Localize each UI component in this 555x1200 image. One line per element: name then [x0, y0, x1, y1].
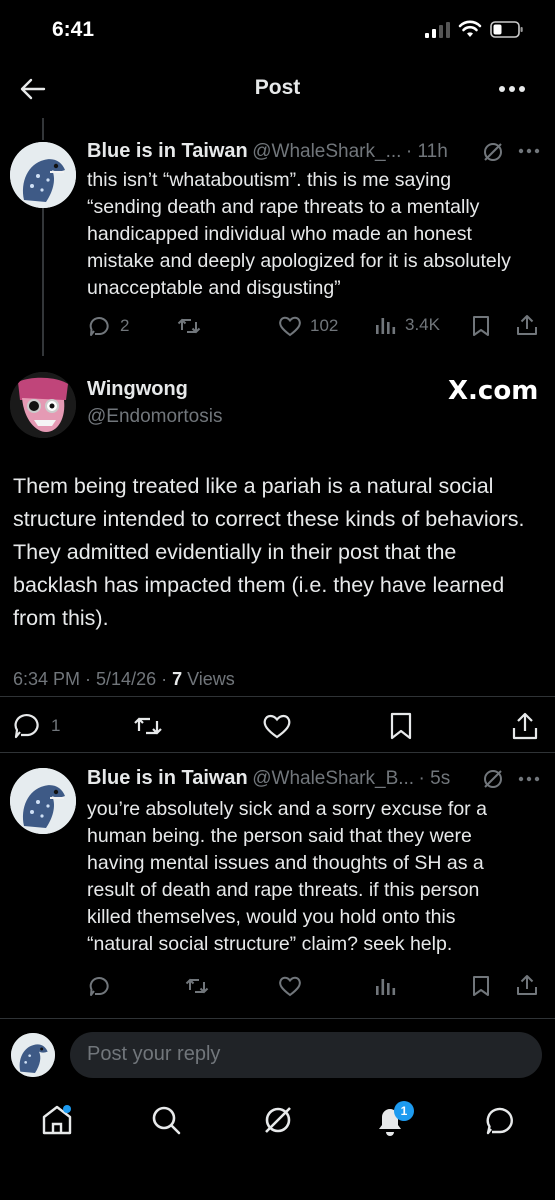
notification-badge: 1: [394, 1101, 414, 1121]
like-count: 102: [310, 316, 339, 335]
tweet-time: · 11h: [405, 141, 448, 162]
thread-line-top: [42, 118, 44, 140]
avatar: [11, 1033, 55, 1077]
author-handle[interactable]: @WhaleShark_...: [252, 141, 401, 162]
reply-icon: [13, 713, 43, 739]
divider: [0, 1018, 555, 1019]
author-handle[interactable]: @Endomortosis: [87, 406, 222, 428]
share-icon[interactable]: [516, 973, 538, 997]
reply-button[interactable]: 2: [88, 315, 129, 337]
tweet-timestamp: 6:34 PM · 5/14/26 · 7 Views: [13, 669, 235, 690]
xcom-logo: X.com: [448, 376, 539, 406]
reply-button[interactable]: [88, 975, 112, 997]
avatar[interactable]: [10, 372, 76, 438]
tweet-text: Them being treated like a pariah is a na…: [13, 474, 525, 630]
home-icon[interactable]: [40, 1103, 74, 1137]
search-icon[interactable]: [150, 1104, 182, 1136]
views-icon: [375, 315, 397, 335]
grok-icon[interactable]: [482, 768, 504, 790]
repost-button[interactable]: [177, 316, 201, 336]
heart-icon: [262, 713, 292, 739]
views-label: Views: [182, 669, 235, 689]
repost-icon: [185, 976, 209, 996]
avatar[interactable]: [10, 768, 76, 834]
views-button[interactable]: [375, 976, 397, 996]
views-count: 3.4K: [405, 315, 440, 334]
repost-icon: [177, 316, 201, 336]
heart-icon: [278, 975, 302, 997]
bookmark-icon[interactable]: [471, 975, 491, 997]
author-name[interactable]: Blue is in Taiwan: [87, 767, 248, 789]
divider: [0, 752, 555, 753]
views-button[interactable]: 3.4K: [375, 315, 440, 335]
reply-icon: [88, 315, 112, 337]
bookmark-icon[interactable]: [471, 315, 491, 337]
reply-count: 2: [120, 316, 130, 335]
share-icon[interactable]: [511, 711, 539, 741]
author-name[interactable]: Wingwong: [87, 378, 188, 401]
tweet-more-icon[interactable]: [518, 148, 540, 154]
reply-button[interactable]: 1: [13, 713, 60, 739]
thread-line: [42, 208, 44, 356]
divider: [0, 696, 555, 697]
reply-placeholder: Post your reply: [87, 1043, 221, 1065]
reply-icon: [88, 975, 112, 997]
author-handle[interactable]: @WhaleShark_B...: [252, 768, 414, 789]
bookmark-icon[interactable]: [388, 712, 414, 740]
author-name[interactable]: Blue is in Taiwan: [87, 140, 248, 162]
reply-count: 1: [51, 716, 61, 735]
page-title: Post: [254, 76, 301, 99]
wifi-icon: [458, 20, 482, 38]
tweet-more-icon[interactable]: [518, 776, 540, 782]
like-button[interactable]: 102: [278, 315, 338, 337]
tweet-header: Blue is in Taiwan @WhaleShark_... · 11h: [87, 140, 448, 163]
views-count: 7: [172, 669, 183, 689]
messages-icon[interactable]: [484, 1104, 516, 1136]
status-time: 6:41: [52, 18, 95, 41]
grok-icon[interactable]: [482, 141, 504, 163]
tweet-header: Blue is in Taiwan @WhaleShark_B... · 5s: [87, 767, 450, 790]
more-options-icon[interactable]: [498, 85, 526, 93]
status-bar: 6:41: [0, 0, 555, 60]
share-icon[interactable]: [516, 313, 538, 337]
repost-button[interactable]: [133, 714, 163, 738]
cellular-signal-icon: [425, 22, 451, 38]
tweet-text: you’re absolutely sick and a sorry excus…: [87, 798, 487, 955]
grok-icon[interactable]: [262, 1104, 294, 1136]
battery-icon: [490, 21, 524, 38]
repost-button[interactable]: [185, 976, 209, 996]
avatar[interactable]: [10, 142, 76, 208]
heart-icon: [278, 315, 302, 337]
views-icon: [375, 976, 397, 996]
like-button[interactable]: [278, 975, 302, 997]
repost-icon: [133, 714, 163, 738]
tweet-time: · 5s: [418, 768, 451, 789]
tweet-text: this isn’t “whataboutism”. this is me sa…: [87, 169, 511, 299]
timestamp-text: 6:34 PM · 5/14/26 ·: [13, 669, 173, 689]
like-button[interactable]: [262, 713, 292, 739]
